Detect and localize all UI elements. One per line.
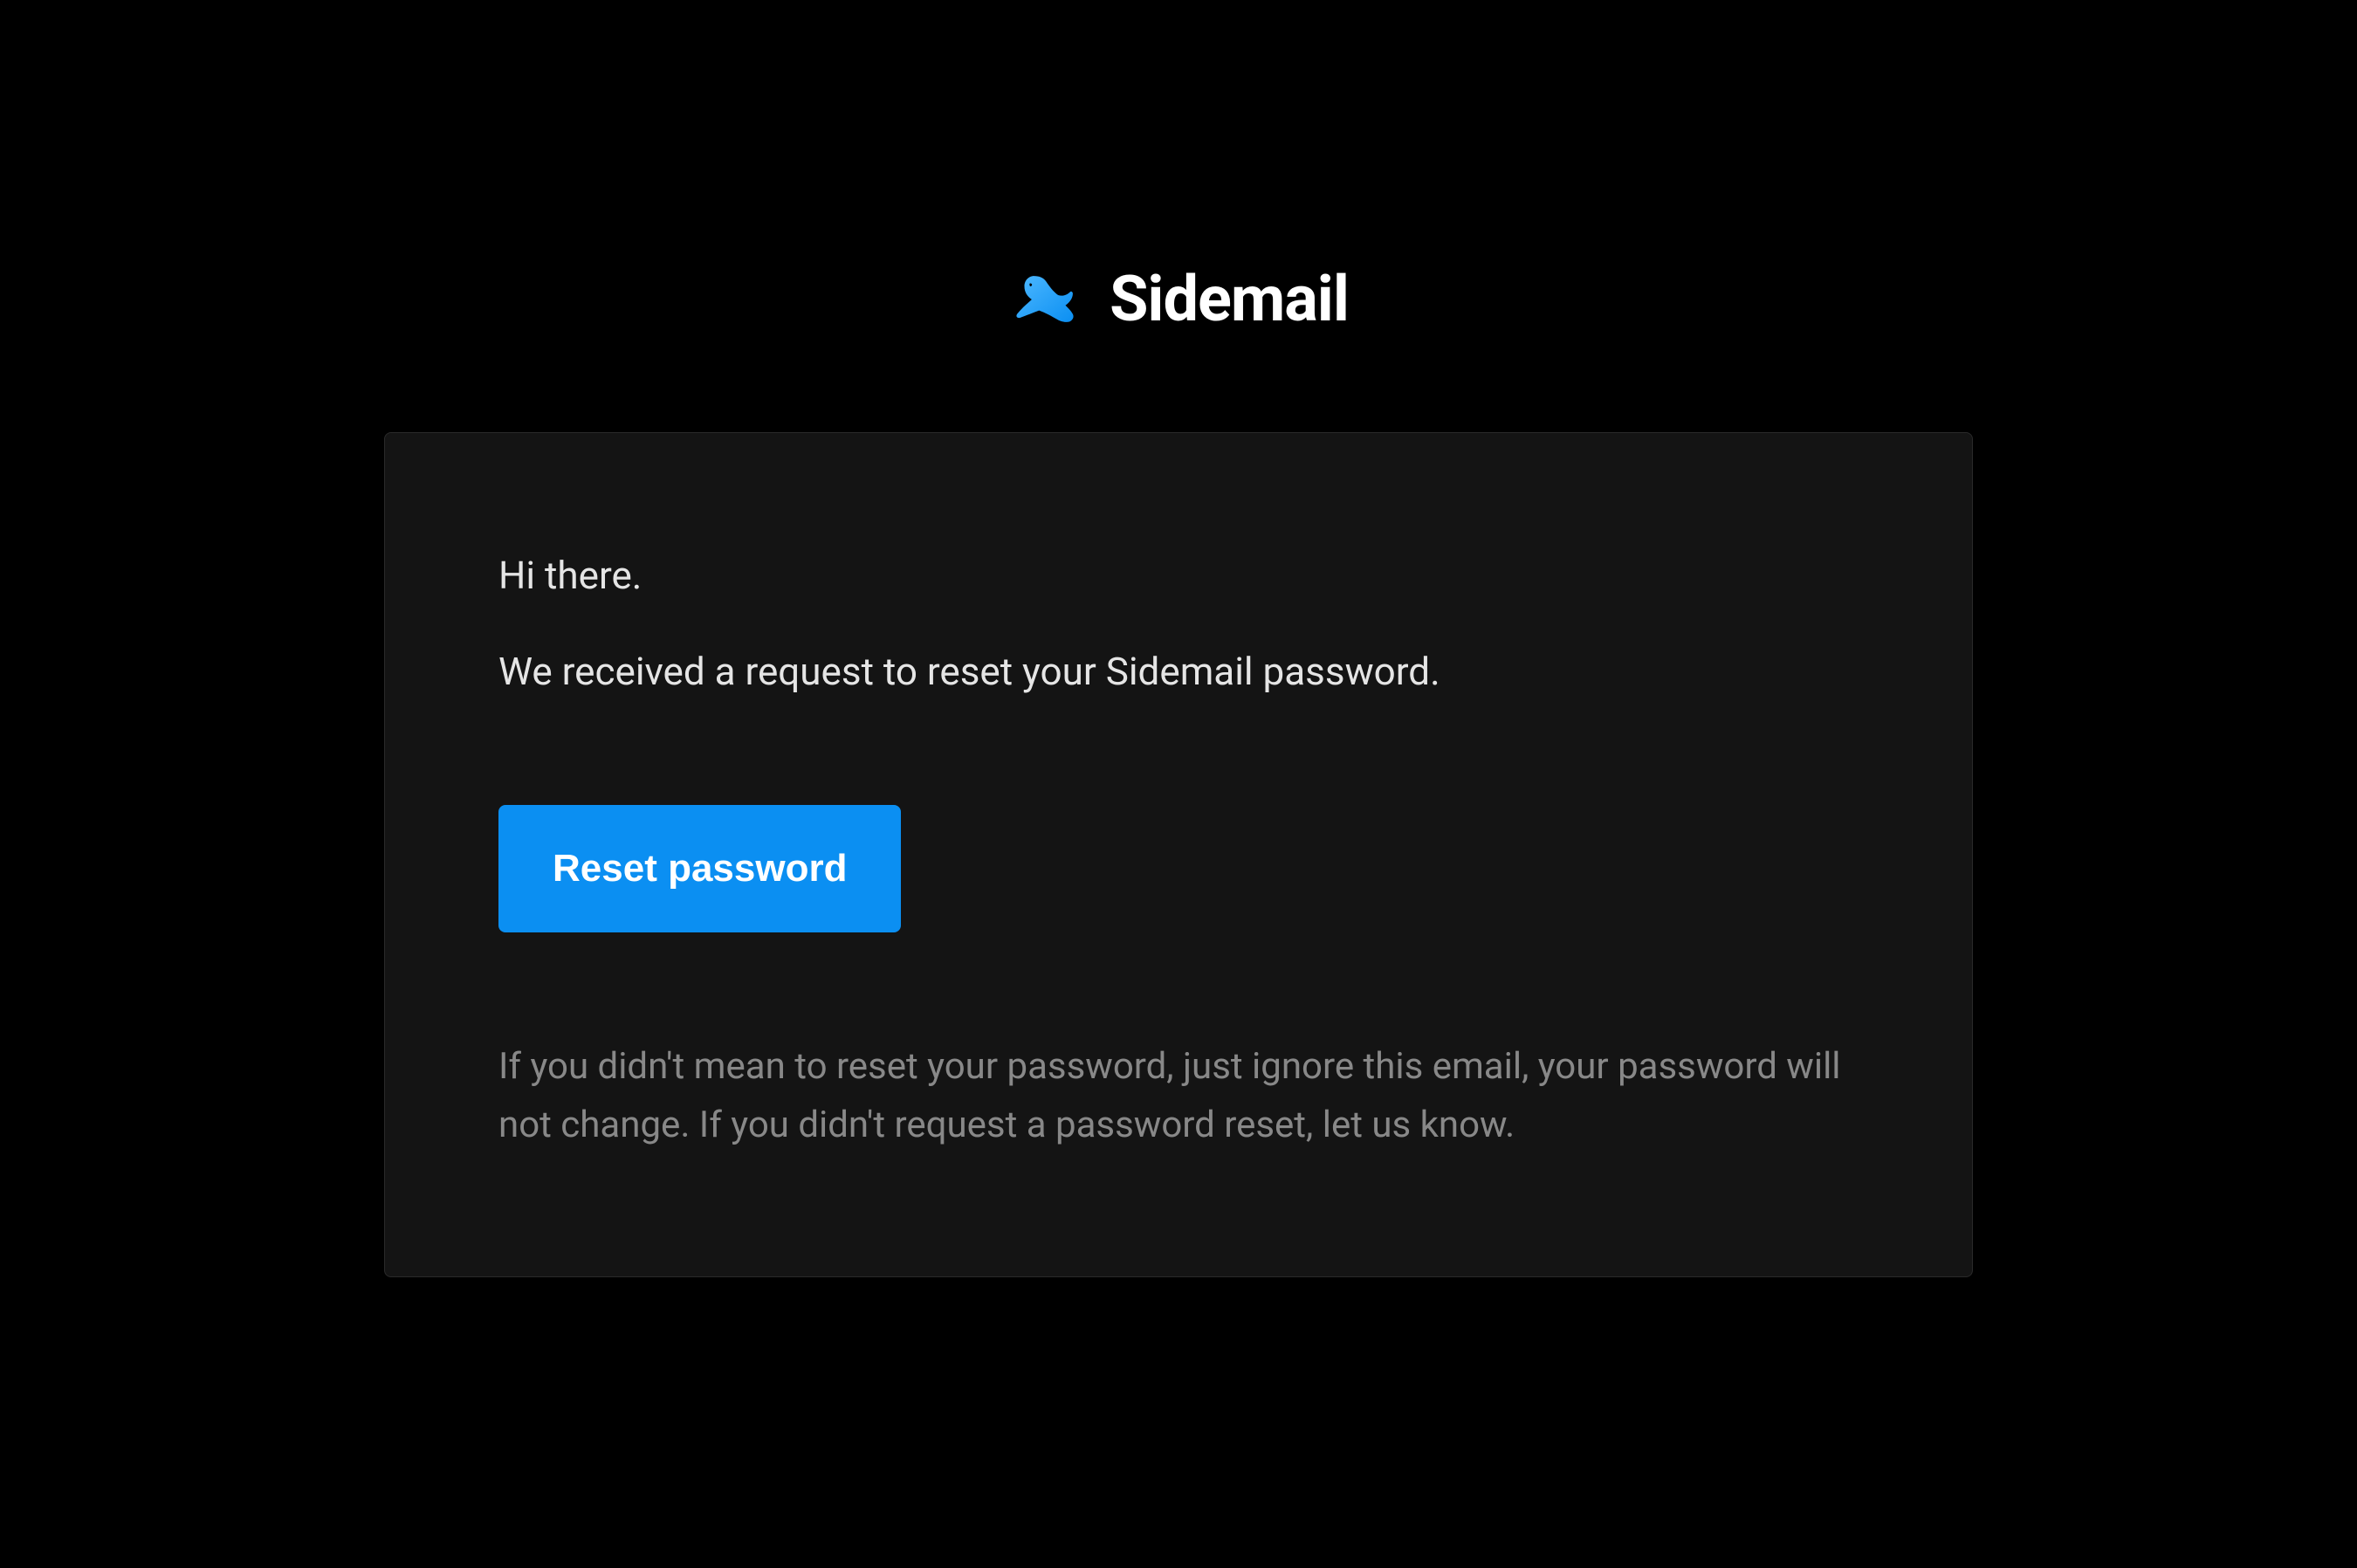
disclaimer-text: If you didn't mean to reset your passwor… <box>498 1037 1859 1154</box>
greeting-text: Hi there. <box>498 547 1859 604</box>
brand-name: Sidemail <box>1110 262 1349 336</box>
email-container: Sidemail Hi there. We received a request… <box>384 262 1973 1277</box>
message-text: We received a request to reset your Side… <box>498 643 1859 700</box>
email-card: Hi there. We received a request to reset… <box>384 432 1973 1277</box>
logo-section: Sidemail <box>1008 262 1349 336</box>
seal-icon <box>1008 263 1082 336</box>
reset-password-button[interactable]: Reset password <box>498 805 901 932</box>
